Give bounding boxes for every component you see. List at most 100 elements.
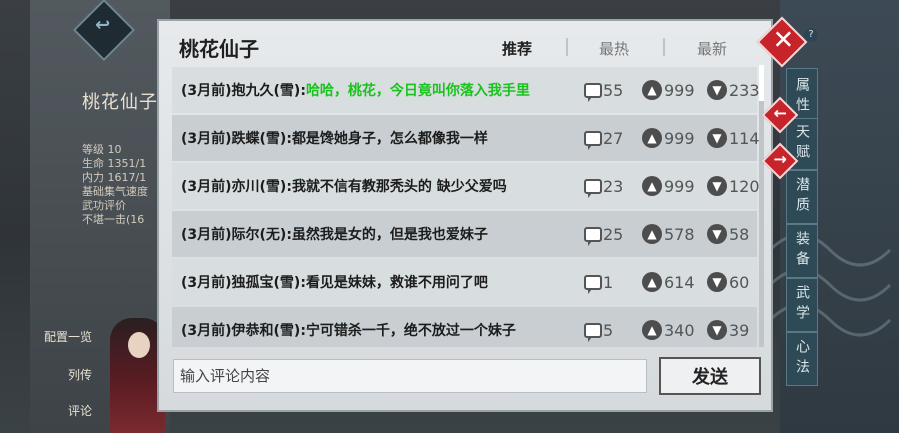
comment-text: (3月前)抱九久(雪):哈哈，桃花，今日竟叫你落入我手里 — [181, 80, 530, 100]
comment-row: (3月前)独孤宝(雪):看见是妹妹，救谁不用问了吧 1 ▲ 614 ▼ 60 — [172, 259, 757, 305]
comment-body: 都是馋她身子，怎么都像我一样 — [291, 131, 488, 147]
dialog-title: 桃花仙子 — [179, 37, 259, 61]
speech-bubble-icon — [584, 82, 602, 102]
dislike-count[interactable]: ▼ 39 — [707, 320, 749, 340]
speech-bubble-icon — [584, 130, 602, 150]
comment-row: (3月前)跌蝶(雪):都是馋她身子，怎么都像我一样 27 ▲ 999 ▼ 114 — [172, 115, 760, 161]
comment-scrollbar[interactable] — [759, 65, 764, 347]
thumbs-up-icon: ▲ — [642, 272, 662, 292]
comment-text: (3月前)伊恭和(雪):宁可错杀一千，绝不放过一个妹子 — [181, 320, 516, 340]
reply-value: 25 — [603, 224, 624, 244]
reply-value: 23 — [603, 176, 624, 196]
comment-input[interactable]: 输入评论内容 — [173, 359, 647, 393]
thumbs-up-icon: ▲ — [642, 224, 662, 244]
comment-body: 哈哈，桃花，今日竟叫你落入我手里 — [305, 83, 530, 99]
comment-body: 宁可错杀一千，绝不放过一个妹子 — [305, 323, 516, 339]
reply-count[interactable]: 25 — [584, 224, 624, 246]
dislike-value: 114 — [729, 128, 760, 148]
thumbs-up-icon: ▲ — [642, 128, 662, 148]
comment-dialog: 桃花仙子 推荐 最热 最新 (3月前)抱九久(雪):哈哈，桃花，今日竟叫你落入我… — [157, 19, 773, 412]
tab-martial-arts[interactable]: 武学 — [786, 278, 818, 332]
reply-count[interactable]: 5 — [584, 320, 614, 342]
dislike-value: 39 — [729, 320, 750, 340]
thumbs-up-icon: ▲ — [642, 320, 662, 340]
reply-count[interactable]: 55 — [584, 81, 623, 102]
dislike-count[interactable]: ▼ 58 — [707, 224, 749, 244]
thumbs-down-icon: ▼ — [707, 128, 727, 148]
reply-count[interactable]: 23 — [584, 176, 624, 198]
tab-recommended[interactable]: 推荐 — [502, 38, 532, 59]
tab-potential[interactable]: 潜质 — [786, 170, 818, 224]
tab-hottest[interactable]: 最热 — [599, 38, 629, 59]
like-value: 340 — [664, 320, 695, 340]
comment-body: 虽然我是女的，但是我也爱妹子 — [291, 227, 488, 243]
comment-body: 看见是妹妹，救谁不用问了吧 — [305, 275, 488, 291]
comment-text: (3月前)亦川(雪):我就不信有教那秃头的 缺少父爱吗 — [181, 176, 507, 196]
dislike-count[interactable]: ▼ 60 — [707, 272, 749, 292]
dislike-count[interactable]: ▼ 120 — [707, 176, 760, 196]
comment-row: (3月前)亦川(雪):我就不信有教那秃头的 缺少父爱吗 23 ▲ 999 ▼ 120 — [172, 163, 760, 209]
comment-body: 我就不信有教那秃头的 缺少父爱吗 — [291, 179, 507, 195]
biography-button[interactable]: 列传 — [68, 366, 92, 383]
comment-list[interactable]: (3月前)抱九久(雪):哈哈，桃花，今日竟叫你落入我手里 55 ▲ 999 ▼ 23… — [172, 65, 765, 347]
reply-count[interactable]: 1 — [584, 272, 614, 294]
comment-row: (3月前)际尔(无):虽然我是女的，但是我也爱妹子 25 ▲ 578 ▼ 58 — [172, 211, 757, 257]
like-value: 614 — [664, 272, 695, 292]
comment-text: (3月前)独孤宝(雪):看见是妹妹，救谁不用问了吧 — [181, 272, 488, 292]
thumbs-down-icon: ▼ — [707, 176, 727, 196]
stat-mp: 内力 1617/1 — [82, 171, 147, 184]
stat-speed: 基础集气速度 — [82, 185, 148, 198]
like-count[interactable]: ▲ 614 — [642, 272, 695, 292]
like-count[interactable]: ▲ 999 — [642, 80, 695, 100]
reply-value: 5 — [603, 320, 614, 340]
comment-button[interactable]: 评论 — [68, 402, 92, 419]
reply-value: 1 — [603, 272, 614, 292]
comment-row: (3月前)抱九久(雪):哈哈，桃花，今日竟叫你落入我手里 55 ▲ 999 ▼ 23… — [172, 67, 760, 113]
like-count[interactable]: ▲ 340 — [642, 320, 695, 340]
reply-count[interactable]: 27 — [584, 128, 624, 150]
comment-text: (3月前)跌蝶(雪):都是馋她身子，怎么都像我一样 — [181, 128, 488, 148]
character-face — [128, 332, 150, 358]
speech-bubble-icon — [584, 178, 602, 198]
thumbs-down-icon: ▼ — [707, 224, 727, 244]
config-overview-button[interactable]: 配置一览 — [44, 328, 92, 345]
dislike-count[interactable]: ▼ 233 — [707, 80, 760, 100]
thumbs-up-icon: ▲ — [642, 80, 662, 100]
like-value: 578 — [664, 224, 695, 244]
dislike-value: 120 — [729, 176, 760, 196]
stat-level: 等级 10 — [82, 143, 122, 156]
speech-bubble-icon — [584, 322, 602, 342]
dislike-value: 233 — [729, 80, 760, 100]
character-name: 桃花仙子 — [82, 92, 158, 113]
stat-rating-label: 武功评价 — [82, 199, 126, 212]
like-count[interactable]: ▲ 578 — [642, 224, 695, 244]
comment-author: (3月前)际尔(无): — [181, 227, 292, 243]
comment-author: (3月前)跌蝶(雪): — [181, 131, 292, 147]
speech-bubble-icon — [584, 226, 602, 246]
dislike-count[interactable]: ▼ 114 — [707, 128, 760, 148]
tab-mind-method[interactable]: 心法 — [786, 332, 818, 386]
like-value: 999 — [664, 80, 695, 100]
tab-equipment[interactable]: 装备 — [786, 224, 818, 278]
tab-divider — [566, 38, 568, 56]
tab-newest[interactable]: 最新 — [697, 38, 727, 59]
thumbs-down-icon: ▼ — [707, 80, 727, 100]
thumbs-up-icon: ▲ — [642, 176, 662, 196]
like-count[interactable]: ▲ 999 — [642, 176, 695, 196]
thumbs-down-icon: ▼ — [707, 272, 727, 292]
like-value: 999 — [664, 176, 695, 196]
dislike-value: 58 — [729, 224, 750, 244]
speech-bubble-icon — [584, 274, 602, 294]
comment-author: (3月前)抱九久(雪): — [181, 83, 306, 99]
stat-rating: 不堪一击(16 — [82, 213, 145, 226]
help-icon[interactable]: ? — [804, 28, 818, 42]
scroll-thumb[interactable] — [759, 65, 764, 101]
reply-value: 27 — [603, 128, 624, 148]
comment-author: (3月前)伊恭和(雪): — [181, 323, 306, 339]
thumbs-down-icon: ▼ — [707, 320, 727, 340]
comment-author: (3月前)亦川(雪): — [181, 179, 292, 195]
character-stats: 等级 10 生命 1351/1 内力 1617/1 基础集气速度 武功评价 不堪… — [82, 143, 162, 227]
tab-divider — [663, 38, 665, 56]
send-button[interactable]: 发送 — [659, 357, 761, 395]
like-count[interactable]: ▲ 999 — [642, 128, 695, 148]
